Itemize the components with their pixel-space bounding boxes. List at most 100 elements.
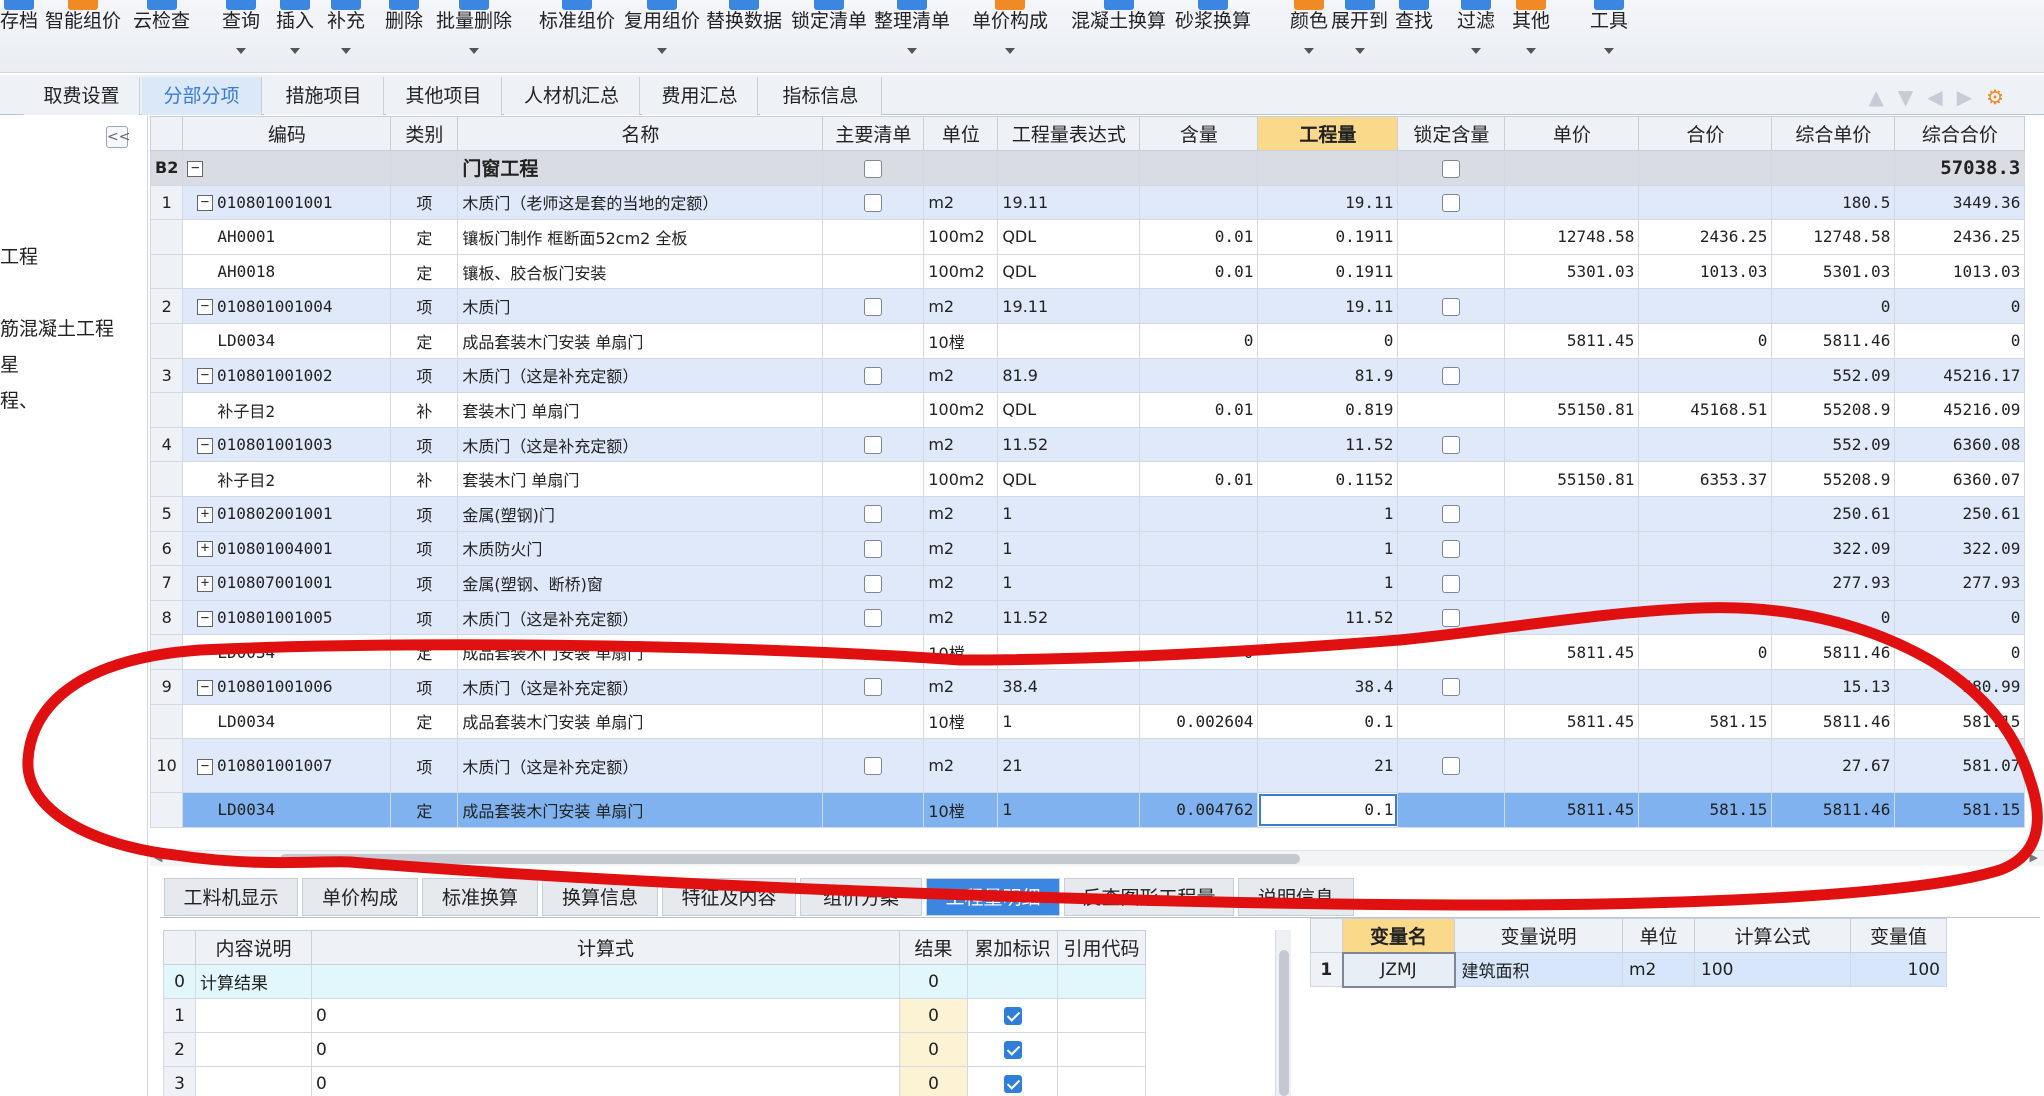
table-row[interactable]: 补子目2 补套装木门 单扇门 100m2 QDL 0.01 0.1152 55150.81 6… <box>150 461 2026 497</box>
cell-type[interactable]: 定 <box>390 253 459 290</box>
table-row[interactable]: 7 +010807001001 项金属(塑钢、断桥)窗 m2 1 1 277.93 277.… <box>150 565 2026 601</box>
cell-unit-price[interactable] <box>1504 184 1640 221</box>
cell-content[interactable] <box>1139 357 1259 394</box>
cell-reference-code[interactable] <box>1057 1032 1146 1067</box>
toolbar-button-8[interactable]: 标准组价 <box>539 0 615 73</box>
cell-main-list[interactable] <box>822 703 925 740</box>
cell-composite-unit-price[interactable]: 322.09 <box>1771 530 1896 567</box>
cell-unit[interactable]: 100m2 <box>923 392 999 428</box>
toolbar-button-6[interactable]: 删除 <box>385 0 423 73</box>
cell-unit-price[interactable] <box>1504 738 1640 794</box>
cell-reference-code[interactable] <box>1057 964 1146 999</box>
toolbar-button-11[interactable]: 锁定清单 <box>791 0 867 73</box>
collapse-icon[interactable]: − <box>196 299 213 316</box>
toolbar-button-9[interactable]: 复用组价 <box>624 0 700 73</box>
table-row[interactable]: 10 −010801001007 项木质门（这是补充定额） m2 21 21 27.67 5… <box>150 738 2026 794</box>
cell-type[interactable]: 项 <box>390 426 459 463</box>
cell-formula[interactable] <box>311 964 900 999</box>
arrow-right-icon[interactable]: ▶ <box>1957 85 1972 109</box>
toolbar-button-20[interactable]: 其他 <box>1512 0 1550 73</box>
cell-composite-total[interactable]: 581.15 <box>1894 792 2026 828</box>
cell-name[interactable]: 金属(塑钢、断桥)窗 <box>457 565 824 601</box>
cell-main-list[interactable] <box>822 322 925 359</box>
expand-icon[interactable]: + <box>196 541 213 558</box>
cell-code[interactable]: +010801004001 <box>182 530 392 567</box>
tree-item[interactable]: 工程 <box>0 242 38 269</box>
cell-quantity-expression[interactable]: 11.52 <box>997 426 1141 463</box>
cell-total-price[interactable]: 0 <box>1638 634 1773 670</box>
toolbar-button-15[interactable]: 砂浆换算 <box>1175 0 1251 73</box>
cell-lock-content[interactable] <box>1397 495 1506 532</box>
btab-quantity-detail[interactable]: 工程量明细 <box>926 878 1060 916</box>
checkbox[interactable] <box>864 678 883 697</box>
checkbox[interactable] <box>864 194 883 213</box>
cell-main-list[interactable] <box>822 634 925 670</box>
cell-type[interactable]: 定 <box>390 322 459 359</box>
cell-composite-unit-price[interactable]: 5811.46 <box>1771 792 1896 828</box>
cell-composite-total[interactable]: 0 <box>1894 322 2026 359</box>
cell-lock-content[interactable] <box>1397 357 1506 394</box>
cell-type[interactable]: 项 <box>390 738 459 794</box>
cell-type[interactable]: 定 <box>390 634 459 670</box>
cell-unit-price[interactable]: 5811.45 <box>1504 322 1640 359</box>
cell-type[interactable]: 项 <box>390 530 459 567</box>
scroll-left-icon[interactable]: ◀ <box>154 851 162 864</box>
cell-quantity-expression[interactable]: 19.11 <box>997 184 1141 221</box>
cell-accumulate[interactable] <box>967 1032 1058 1067</box>
cell-lock-content[interactable] <box>1397 599 1506 636</box>
cell-unit[interactable]: m2 <box>923 184 999 221</box>
cell-code[interactable]: LD0034 <box>182 322 392 359</box>
cell-unit-price[interactable]: 55150.81 <box>1504 461 1640 497</box>
cell-code[interactable]: +010802001001 <box>182 495 392 532</box>
cell-main-list[interactable] <box>822 219 925 255</box>
chevron-down-icon[interactable] <box>1526 48 1536 54</box>
table-row[interactable]: 3 −010801001002 项木质门（这是补充定额） m2 81.9 81.9 552… <box>150 357 2026 394</box>
column-header[interactable]: 计算式 <box>311 930 900 965</box>
cell-code[interactable]: −010801001004 <box>182 288 392 324</box>
tab-fee-settings[interactable]: 取费设置 <box>24 77 140 115</box>
cell-total-price[interactable]: 0 <box>1638 322 1773 359</box>
arrow-left-icon[interactable]: ◀ <box>1927 85 1942 109</box>
column-header[interactable]: 单位 <box>923 116 999 151</box>
toolbar-button-17[interactable]: 展开到 <box>1331 0 1388 73</box>
cell-description[interactable]: 计算结果 <box>195 964 312 999</box>
cell-accumulate[interactable] <box>967 998 1058 1033</box>
column-header[interactable]: 锁定含量 <box>1397 116 1506 151</box>
table-row[interactable]: AH0018 定镶板、胶合板门安装 100m2 QDL 0.01 0.1911 5301.0… <box>150 253 2026 290</box>
cell-composite-total[interactable]: 0 <box>1894 599 2026 636</box>
cell-code[interactable]: AH0001 <box>182 219 392 255</box>
toolbar-button-1[interactable]: 智能组价 <box>45 0 121 73</box>
table-row[interactable]: B2− 门窗工程 57038.3 <box>150 150 2026 186</box>
tab-other-items[interactable]: 其他项目 <box>386 77 502 115</box>
cell-quantity-expression[interactable]: 1 <box>997 530 1141 567</box>
cell-main-list[interactable] <box>822 461 925 497</box>
cell-main-list[interactable] <box>822 150 925 186</box>
btab-labor-material[interactable]: 工料机显示 <box>164 878 298 916</box>
cell-unit-price[interactable] <box>1504 288 1640 324</box>
cell-quantity-expression[interactable]: QDL <box>997 461 1141 497</box>
cell-lock-content[interactable] <box>1397 738 1506 794</box>
arrow-down-icon[interactable]: ▼ <box>1898 85 1913 109</box>
cell-main-list[interactable] <box>822 357 925 394</box>
cell-quantity[interactable]: 0.1 <box>1257 703 1399 740</box>
tree-item[interactable]: 星 <box>0 350 19 377</box>
cell-composite-total[interactable]: 2436.25 <box>1894 219 2026 255</box>
cell-type[interactable]: 项 <box>390 599 459 636</box>
expand-icon[interactable]: + <box>196 506 213 523</box>
cell-quantity-expression[interactable] <box>997 150 1141 186</box>
cell-name[interactable]: 木质门（这是补充定额） <box>457 426 824 463</box>
cell-quantity[interactable]: 11.52 <box>1257 426 1399 463</box>
cell-unit-price[interactable] <box>1504 530 1640 567</box>
cell-quantity-expression[interactable] <box>997 322 1141 359</box>
column-header[interactable]: 变量值 <box>1850 918 1947 953</box>
cell-main-list[interactable] <box>822 599 925 636</box>
cell-composite-unit-price[interactable] <box>1771 150 1896 186</box>
collapse-icon[interactable]: − <box>196 758 213 775</box>
cell-total-price[interactable]: 2436.25 <box>1638 219 1773 255</box>
cell-composite-unit-price[interactable]: 55208.9 <box>1771 461 1896 497</box>
checkbox[interactable] <box>864 757 883 776</box>
checkbox[interactable] <box>864 297 883 316</box>
column-header[interactable]: 工程量表达式 <box>997 116 1141 151</box>
cell-content[interactable] <box>1139 288 1259 324</box>
chevron-down-icon[interactable] <box>290 48 300 54</box>
